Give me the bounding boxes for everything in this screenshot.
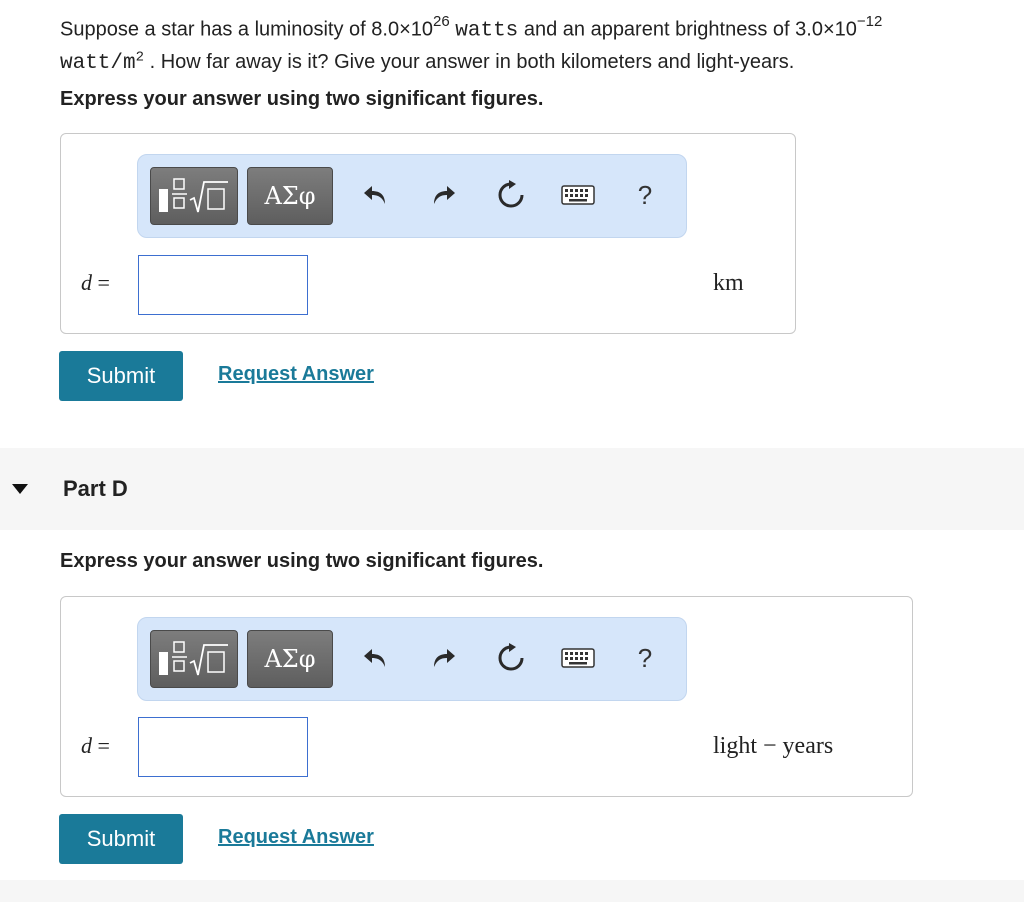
variable-symbol: d	[81, 733, 92, 758]
equals-sign: =	[92, 733, 110, 758]
part-d-header[interactable]: Part D	[0, 448, 1024, 530]
templates-icon	[159, 178, 228, 213]
templates-button[interactable]	[150, 167, 238, 225]
instruction-text: Express your answer using two significan…	[60, 550, 544, 572]
request-answer-link[interactable]: Request Answer	[218, 363, 374, 386]
brightness-unit-exponent: 2	[135, 49, 145, 65]
variable-symbol: d	[81, 270, 92, 295]
question-part-1: Suppose a star has a luminosity of 8.0×1…	[60, 18, 434, 41]
keyboard-icon[interactable]	[560, 177, 596, 213]
question-part-2: and an apparent brightness of 3.0×10	[518, 18, 857, 41]
variable-label: d =	[81, 270, 110, 296]
answer-input[interactable]	[138, 255, 308, 315]
answer-box: ΑΣφ ? d = light − years	[60, 596, 913, 797]
help-icon[interactable]: ?	[627, 177, 663, 213]
instruction-text: Express your answer using two significan…	[60, 88, 544, 110]
greek-letters-button[interactable]: ΑΣφ	[247, 167, 333, 225]
greek-letters-button[interactable]: ΑΣφ	[247, 630, 333, 688]
question-text: Suppose a star has a luminosity of 8.0×1…	[60, 8, 1010, 79]
templates-icon	[159, 641, 228, 676]
submit-button[interactable]: Submit	[59, 814, 183, 864]
answer-box: ΑΣφ ? d = km	[60, 133, 796, 334]
math-toolbar: ΑΣφ ?	[137, 617, 687, 701]
help-icon[interactable]: ?	[627, 640, 663, 676]
templates-button[interactable]	[150, 630, 238, 688]
brightness-exponent: −12	[856, 13, 883, 30]
reset-icon[interactable]	[493, 177, 529, 213]
request-answer-link[interactable]: Request Answer	[218, 826, 374, 849]
math-toolbar: ΑΣφ ?	[137, 154, 687, 238]
collapse-caret-icon[interactable]	[12, 484, 28, 494]
part-title: Part D	[63, 476, 128, 501]
submit-button[interactable]: Submit	[59, 351, 183, 401]
answer-input[interactable]	[138, 717, 308, 777]
luminosity-unit: watts	[455, 19, 519, 43]
brightness-unit: watt/m	[60, 51, 136, 75]
reset-icon[interactable]	[493, 640, 529, 676]
equals-sign: =	[92, 270, 110, 295]
redo-icon[interactable]	[425, 640, 461, 676]
luminosity-exponent: 26	[433, 13, 450, 30]
undo-icon[interactable]	[358, 177, 394, 213]
keyboard-icon[interactable]	[560, 640, 596, 676]
question-part-3: . How far away is it? Give your answer i…	[144, 50, 795, 73]
unit-label: km	[713, 270, 744, 296]
redo-icon[interactable]	[425, 177, 461, 213]
unit-label: light − years	[713, 733, 834, 759]
undo-icon[interactable]	[358, 640, 394, 676]
footer-band	[0, 880, 1024, 902]
variable-label: d =	[81, 733, 110, 759]
